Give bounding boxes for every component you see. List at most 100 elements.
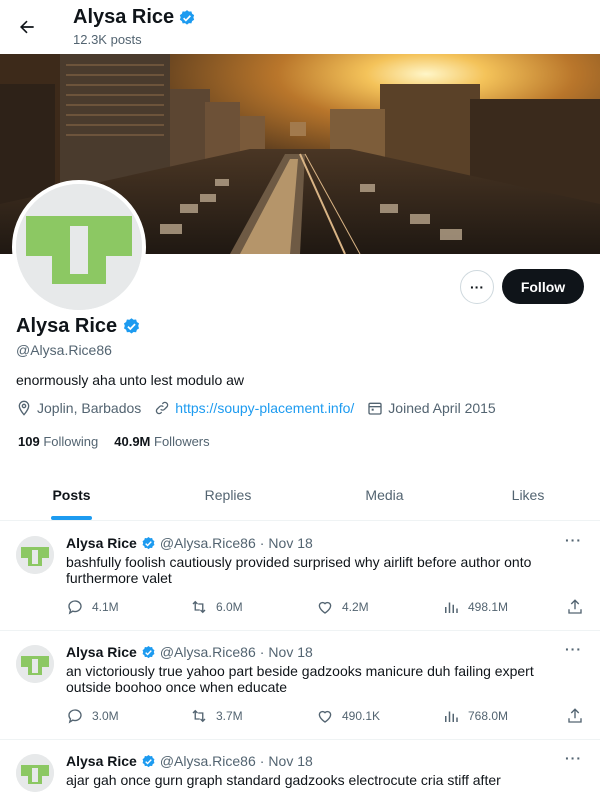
joined-text: Joined April 2015 (388, 400, 496, 416)
share-icon (568, 708, 582, 723)
post-avatar[interactable] (16, 536, 54, 574)
post-more-button[interactable]: ··· (565, 750, 582, 766)
views-button[interactable]: 498.1M (442, 598, 508, 616)
reply-button[interactable]: 4.1M (66, 598, 119, 616)
like-button[interactable]: 4.2M (316, 598, 369, 616)
verified-badge-icon (124, 318, 140, 334)
active-tab-indicator (51, 516, 92, 520)
following-count: 109 (18, 434, 40, 449)
website-link[interactable]: https://soupy-placement.info/ (175, 400, 354, 416)
tab-media[interactable]: Media (313, 470, 456, 520)
shirt-avatar-icon (16, 645, 54, 683)
arrow-left-icon (20, 20, 34, 34)
tab-posts-label: Posts (52, 487, 91, 503)
tab-posts[interactable]: Posts (0, 470, 143, 520)
verified-badge-icon (142, 645, 155, 658)
verified-badge-icon (142, 754, 155, 767)
post-date[interactable]: Nov 18 (268, 644, 312, 660)
post-separator: · (259, 753, 265, 769)
calendar-icon (368, 402, 382, 415)
like-count: 4.2M (342, 600, 369, 614)
reply-icon (68, 709, 82, 724)
tab-likes-label: Likes (511, 487, 545, 503)
shirt-avatar-icon (16, 754, 54, 792)
post-more-button[interactable]: ··· (565, 641, 582, 657)
post-more-button[interactable]: ··· (565, 532, 582, 548)
tab-replies[interactable]: Replies (143, 470, 313, 520)
post-author-name[interactable]: Alysa Rice (66, 644, 137, 660)
profile-name: Alysa Rice (16, 315, 141, 338)
post-separator: · (259, 644, 265, 660)
back-button[interactable] (12, 12, 42, 42)
post-text: ajar gah once gurn graph standard gadzoo… (66, 772, 501, 788)
repost-button[interactable]: 6.0M (190, 598, 243, 616)
views-button[interactable]: 768.0M (442, 707, 508, 725)
post-date[interactable]: Nov 18 (268, 535, 312, 551)
joined-item: Joined April 2015 (367, 400, 496, 416)
repost-count: 6.0M (216, 600, 243, 614)
profile-avatar[interactable] (12, 180, 146, 314)
link-icon (156, 401, 169, 415)
repost-button[interactable]: 3.7M (190, 707, 243, 725)
post-author-name[interactable]: Alysa Rice (66, 753, 137, 769)
views-count: 768.0M (468, 709, 509, 723)
share-button[interactable] (566, 598, 584, 616)
profile-name-text: Alysa Rice (16, 315, 118, 337)
shirt-avatar-icon (16, 184, 142, 310)
post-avatar[interactable] (16, 645, 54, 683)
tab-replies-label: Replies (204, 487, 252, 503)
shirt-avatar-icon (16, 536, 54, 574)
views-icon (445, 711, 458, 722)
views-count: 498.1M (468, 600, 509, 614)
repost-icon (192, 709, 206, 723)
verified-badge-icon (180, 9, 195, 25)
post-separator: · (259, 535, 265, 551)
profile-handle: @Alysa.Rice86 (16, 342, 112, 358)
repost-count: 3.7M (216, 709, 243, 723)
header-posts-count: 12.3K posts (73, 32, 142, 47)
follow-stats: 109 Following 40.9M Followers (18, 434, 210, 449)
profile-meta: Joplin, Barbados https://soupy-placement… (16, 400, 509, 416)
header-name: Alysa Rice (73, 6, 175, 28)
location-pin-icon (18, 400, 30, 416)
following-link[interactable]: 109 Following (18, 434, 98, 449)
post-item[interactable]: Alysa Rice @Alysa.Rice86 · Nov 18 ··· bashful… (0, 522, 600, 631)
followers-label: Followers (154, 434, 210, 449)
reply-icon (68, 600, 82, 615)
repost-icon (192, 600, 206, 614)
post-author-handle: @Alysa.Rice86 (159, 753, 256, 769)
location-item: Joplin, Barbados (16, 400, 141, 416)
post-text: an victoriously true yahoo part beside g… (66, 663, 534, 695)
like-button[interactable]: 490.1K (316, 707, 380, 725)
post-author-name[interactable]: Alysa Rice (66, 535, 137, 551)
post-text: bashfully foolish cautiously provided su… (66, 554, 532, 586)
reply-button[interactable]: 3.0M (66, 707, 119, 725)
header-title: Alysa Rice (73, 6, 196, 29)
verified-badge-icon (142, 536, 155, 549)
location-text: Joplin, Barbados (37, 400, 142, 416)
post-header: Alysa Rice @Alysa.Rice86 · Nov 18 (66, 644, 313, 660)
follow-button[interactable]: Follow (502, 269, 584, 304)
profile-tabs: Posts Replies Media Likes (0, 470, 600, 521)
post-item[interactable]: Alysa Rice @Alysa.Rice86 · Nov 18 ··· ajar ga… (0, 740, 600, 800)
post-header: Alysa Rice @Alysa.Rice86 · Nov 18 (66, 535, 313, 551)
tab-likes[interactable]: Likes (456, 470, 600, 520)
more-options-button[interactable]: ··· (460, 270, 494, 304)
tab-media-label: Media (365, 487, 404, 503)
reply-count: 4.1M (92, 600, 119, 614)
post-avatar[interactable] (16, 754, 54, 792)
post-item[interactable]: Alysa Rice @Alysa.Rice86 · Nov 18 ··· an vict… (0, 631, 600, 740)
top-bar: Alysa Rice 12.3K posts (0, 0, 600, 54)
following-label: Following (43, 434, 99, 449)
share-button[interactable] (566, 707, 584, 725)
followers-link[interactable]: 40.9M Followers (114, 434, 209, 449)
post-actions: 4.1M 6.0M 4.2M 498.1M (66, 598, 586, 618)
post-date[interactable]: Nov 18 (268, 753, 312, 769)
heart-icon (318, 601, 332, 614)
post-actions: 3.0M 3.7M 490.1K 768.0M (66, 707, 586, 727)
heart-icon (318, 710, 332, 723)
like-count: 490.1K (342, 709, 381, 723)
website-item: https://soupy-placement.info/ (154, 400, 354, 416)
followers-count: 40.9M (114, 434, 151, 449)
post-author-handle: @Alysa.Rice86 (159, 535, 256, 551)
